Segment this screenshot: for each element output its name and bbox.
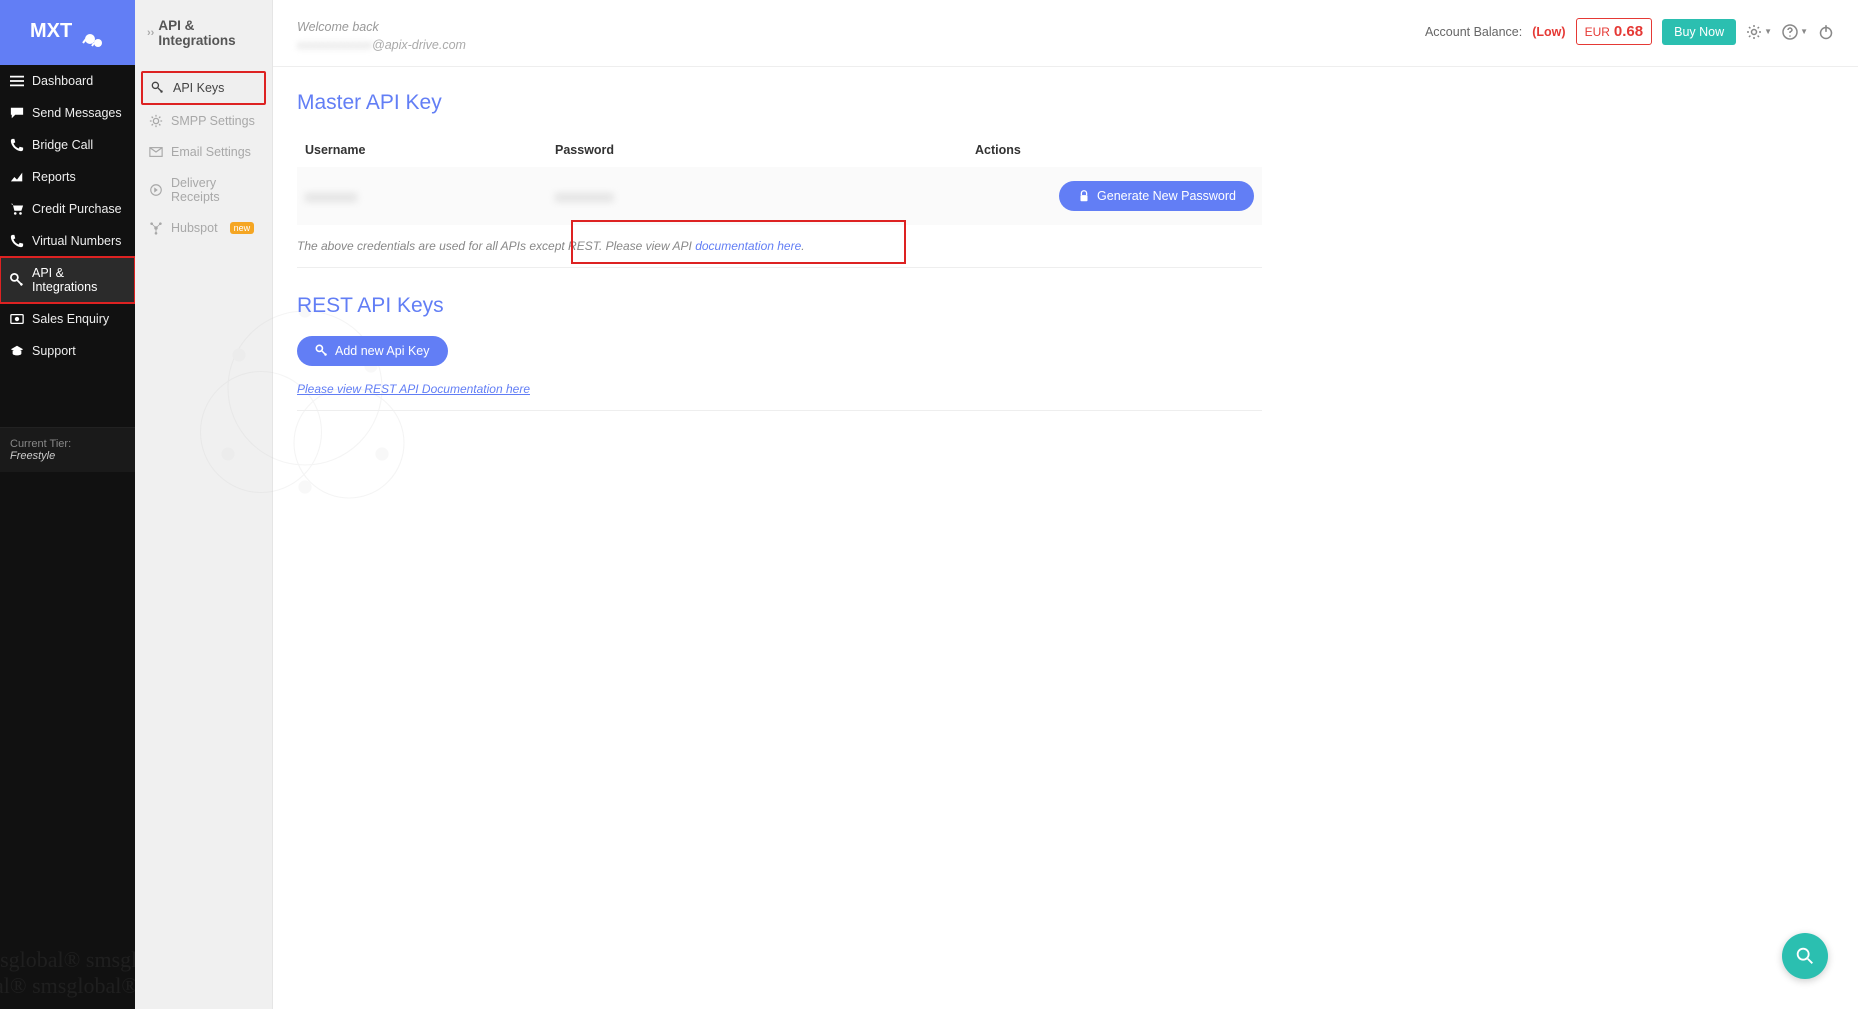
balance-label: Account Balance: [1425, 25, 1522, 39]
key-icon [151, 81, 165, 95]
rest-docs-link[interactable]: Please view REST API Documentation here [297, 382, 530, 410]
envelope-icon [149, 145, 163, 159]
subnav-email[interactable]: Email Settings [141, 137, 266, 167]
new-badge: new [230, 222, 255, 234]
question-icon [1782, 24, 1798, 40]
chevron-icon: ›› [147, 27, 154, 39]
nav-label: Virtual Numbers [32, 234, 121, 248]
subnav-hubspot[interactable]: Hubspot new [141, 213, 266, 243]
cap-icon [10, 344, 24, 358]
nav-credit-purchase[interactable]: Credit Purchase [0, 193, 135, 225]
sidebar-secondary: ››API & Integrations API Keys SMPP Setti… [135, 0, 273, 1009]
nav-label: Credit Purchase [32, 202, 122, 216]
subnav-title: ››API & Integrations [135, 0, 272, 65]
logo-text: MXT [30, 20, 72, 42]
cart-icon [10, 202, 24, 216]
col-actions: Actions [967, 133, 1262, 167]
nav-reports[interactable]: Reports [0, 161, 135, 193]
username-value: xxxxxxxx [305, 189, 357, 204]
chart-icon [10, 170, 24, 184]
phone-icon [10, 138, 24, 152]
search-icon [1794, 945, 1816, 967]
subnav-label: SMPP Settings [171, 114, 255, 128]
nav-bridge-call[interactable]: Bridge Call [0, 129, 135, 161]
tier-label: Current Tier: [10, 438, 125, 450]
sidebar-primary: MXT Dashboard Send Messages Bridge Call … [0, 0, 135, 1009]
nav-dashboard[interactable]: Dashboard [0, 65, 135, 97]
master-api-note: The above credentials are used for all A… [297, 239, 1262, 268]
nav-sales-enquiry[interactable]: Sales Enquiry [0, 303, 135, 335]
chat-icon [10, 106, 24, 120]
arrow-right-icon [149, 183, 163, 197]
subnav-delivery[interactable]: Delivery Receipts [141, 168, 266, 212]
subnav-label: API Keys [173, 81, 224, 95]
subnav-smpp[interactable]: SMPP Settings [141, 106, 266, 136]
buy-now-button[interactable]: Buy Now [1662, 19, 1736, 45]
hub-icon [149, 221, 163, 235]
api-docs-link[interactable]: documentation here [695, 239, 801, 253]
generate-password-button[interactable]: Generate New Password [1059, 181, 1254, 211]
help-fab[interactable] [1782, 933, 1828, 979]
subnav-label: Delivery Receipts [171, 176, 258, 204]
help-dropdown[interactable]: ▼ [1782, 24, 1808, 40]
add-api-key-button[interactable]: Add new Api Key [297, 336, 448, 366]
nav-label: API & Integrations [32, 266, 125, 294]
nav-send-messages[interactable]: Send Messages [0, 97, 135, 129]
settings-dropdown[interactable]: ▼ [1746, 24, 1772, 40]
welcome-text: Welcome back [297, 18, 466, 36]
gear-icon [149, 114, 163, 128]
rest-api-heading: REST API Keys [297, 294, 1834, 318]
nav-label: Reports [32, 170, 76, 184]
master-api-table: Username Password Actions xxxxxxxx xxxxx… [297, 133, 1262, 225]
nav-label: Sales Enquiry [32, 312, 109, 326]
tier-value: Freestyle [10, 450, 125, 462]
nav-virtual-numbers[interactable]: Virtual Numbers [0, 225, 135, 257]
nav-label: Support [32, 344, 76, 358]
gear-icon [1746, 24, 1762, 40]
phone-icon [10, 234, 24, 248]
bars-icon [10, 74, 24, 88]
subnav-label: Email Settings [171, 145, 251, 159]
api-credentials-row: xxxxxxxx xxxxxxxxx Generate New Password [297, 167, 1262, 225]
power-icon [1818, 24, 1834, 40]
password-value: xxxxxxxxx [555, 189, 614, 204]
subnav-label: Hubspot [171, 221, 218, 235]
nav-label: Dashboard [32, 74, 93, 88]
money-icon [10, 312, 24, 326]
nav-api-integrations[interactable]: API & Integrations [0, 257, 135, 303]
main-area: Welcome back xxxxxxxxxxxx@apix-drive.com… [273, 0, 1858, 1009]
nav-label: Bridge Call [32, 138, 93, 152]
col-password: Password [547, 133, 967, 167]
tier-info: Current Tier: Freestyle [0, 427, 135, 472]
lock-icon [1077, 189, 1091, 203]
key-icon [10, 273, 24, 287]
balance-pill[interactable]: EUR0.68 [1576, 18, 1653, 45]
welcome-block: Welcome back xxxxxxxxxxxx@apix-drive.com [297, 18, 466, 54]
nav-label: Send Messages [32, 106, 122, 120]
topbar: Welcome back xxxxxxxxxxxx@apix-drive.com… [273, 0, 1858, 67]
balance-status: (Low) [1532, 25, 1565, 39]
col-username: Username [297, 133, 547, 167]
user-email: xxxxxxxxxxxx@apix-drive.com [297, 36, 466, 54]
logout-button[interactable] [1818, 24, 1834, 40]
key-icon [315, 344, 329, 358]
logo[interactable]: MXT [0, 0, 135, 65]
account-info: Account Balance: (Low) EUR0.68 Buy Now ▼… [1425, 18, 1834, 45]
master-api-heading: Master API Key [297, 91, 1834, 115]
nav-support[interactable]: Support [0, 335, 135, 367]
content: Master API Key Username Password Actions… [273, 67, 1858, 435]
subnav-api-keys[interactable]: API Keys [141, 71, 266, 105]
